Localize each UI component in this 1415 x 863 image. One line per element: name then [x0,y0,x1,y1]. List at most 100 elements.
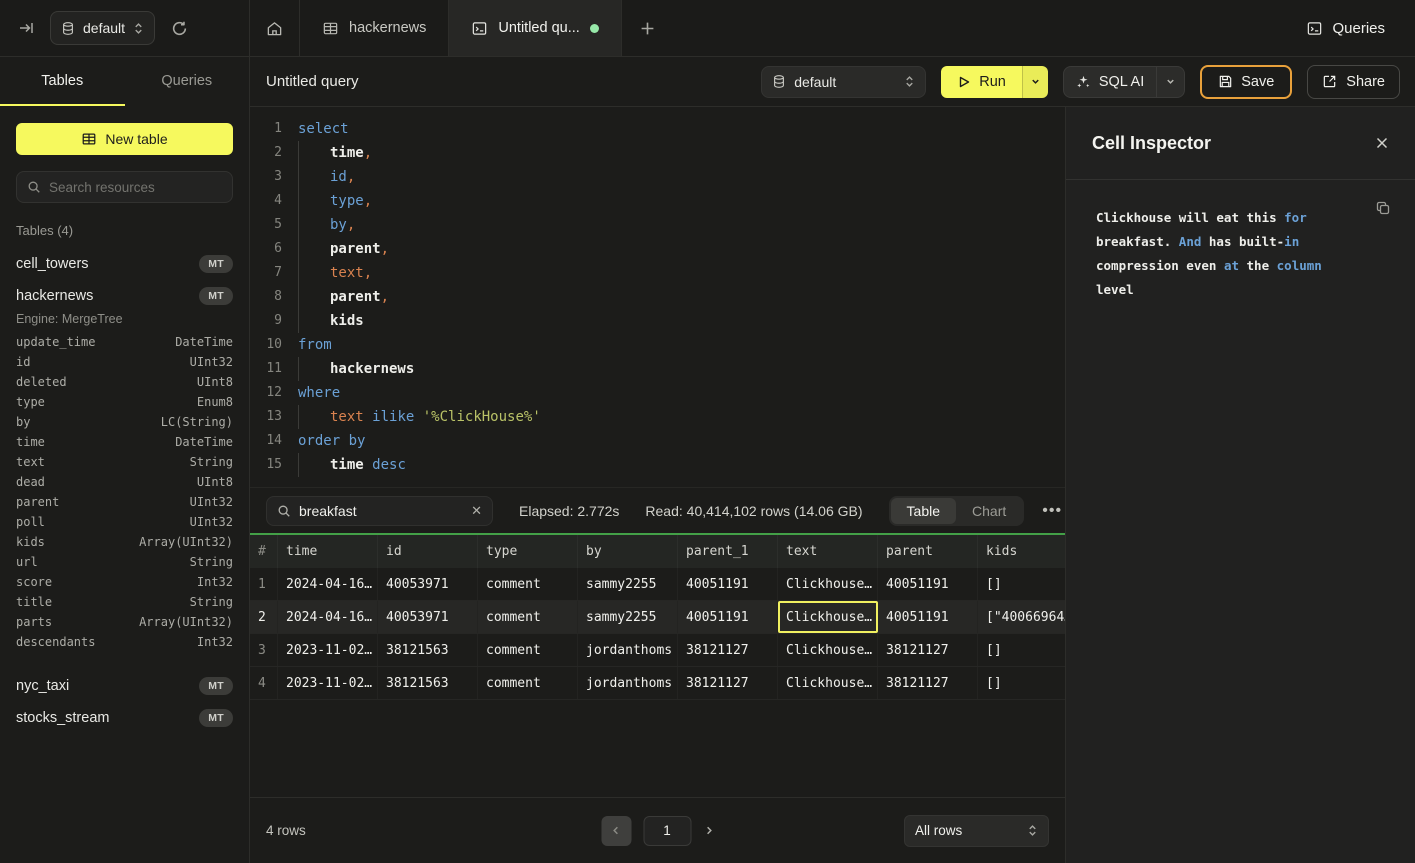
close-icon[interactable] [1375,136,1389,150]
table-cell[interactable]: ["40066964… [978,601,1065,633]
code-line[interactable]: 15time desc [250,453,1065,477]
schema-column-row[interactable]: timeDateTime [16,432,233,452]
code-line[interactable]: 6parent, [250,237,1065,261]
run-button-main[interactable]: Run [941,66,1022,98]
code-line[interactable]: 10from [250,333,1065,357]
code-line[interactable]: 11hackernews [250,357,1065,381]
sql-ai-main[interactable]: SQL AI [1064,67,1156,97]
schema-column-row[interactable]: partsArray(UInt32) [16,612,233,632]
table-cell[interactable]: jordanthoms [578,667,678,699]
table-cell[interactable]: 2023-11-02… [278,667,378,699]
column-header[interactable]: text [778,535,878,568]
column-header[interactable]: kids [978,535,1065,568]
table-cell[interactable]: 38121563 [378,634,478,666]
table-row[interactable]: 42023-11-02…38121563commentjordanthoms38… [250,667,1065,700]
table-cell[interactable]: [] [978,634,1065,666]
schema-column-row[interactable]: textString [16,452,233,472]
page-size-select[interactable]: All rows [904,815,1049,847]
column-header[interactable]: parent [878,535,978,568]
code-line[interactable]: 14order by [250,429,1065,453]
code-line[interactable]: 5by, [250,213,1065,237]
topbar-database-select[interactable]: default [50,11,155,45]
table-cell[interactable]: Clickhouse… [778,568,878,600]
code-line[interactable]: 12where [250,381,1065,405]
code-line[interactable]: 3id, [250,165,1065,189]
table-cell[interactable]: 38121127 [678,667,778,699]
tab-untitled-query[interactable]: Untitled qu... [449,0,621,56]
clear-search-icon[interactable]: ✕ [471,503,482,519]
table-row[interactable]: 12024-04-16…40053971commentsammy22554005… [250,568,1065,601]
table-cell[interactable]: 38121127 [878,667,978,699]
tab-hackernews[interactable]: hackernews [300,0,449,56]
table-cell[interactable]: sammy2255 [578,601,678,633]
sidebar-item-stocks-stream[interactable]: stocks_stream MT [16,702,233,734]
sidebar-item-cell-towers[interactable]: cell_towers MT [16,248,233,280]
sql-ai-button[interactable]: SQL AI [1063,66,1185,98]
share-button[interactable]: Share [1307,65,1400,99]
table-cell[interactable]: 38121127 [878,634,978,666]
table-cell[interactable]: Clickhouse… [778,667,878,699]
tab-home[interactable] [250,0,300,56]
table-row[interactable]: 22024-04-16…40053971commentsammy22554005… [250,601,1065,634]
table-cell[interactable]: 40053971 [378,601,478,633]
table-cell[interactable]: jordanthoms [578,634,678,666]
table-cell[interactable]: comment [478,634,578,666]
schema-column-row[interactable]: urlString [16,552,233,572]
column-header[interactable]: type [478,535,578,568]
sql-editor[interactable]: 1select2time,3id,4type,5by,6parent,7text… [250,107,1065,487]
table-cell[interactable]: 38121127 [678,634,778,666]
table-cell[interactable]: sammy2255 [578,568,678,600]
run-button[interactable]: Run [941,66,1048,98]
run-options-caret[interactable] [1022,66,1048,98]
column-header[interactable]: parent_1 [678,535,778,568]
code-line[interactable]: 13text ilike '%ClickHouse%' [250,405,1065,429]
sidebar-tab-queries[interactable]: Queries [125,57,250,106]
schema-column-row[interactable]: kidsArray(UInt32) [16,532,233,552]
collapse-sidebar-icon[interactable] [14,16,38,40]
table-cell[interactable]: comment [478,568,578,600]
toolbar-database-select[interactable]: default [761,66,926,98]
results-search-input[interactable] [299,503,463,519]
schema-column-row[interactable]: titleString [16,592,233,612]
refresh-icon[interactable] [167,16,192,41]
table-cell[interactable]: comment [478,667,578,699]
table-row[interactable]: 32023-11-02…38121563commentjordanthoms38… [250,634,1065,667]
column-header[interactable]: id [378,535,478,568]
table-cell[interactable]: 40051191 [878,568,978,600]
table-cell[interactable]: [] [978,568,1065,600]
schema-column-row[interactable]: pollUInt32 [16,512,233,532]
schema-column-row[interactable]: typeEnum8 [16,392,233,412]
schema-column-row[interactable]: descendantsInt32 [16,632,233,652]
table-cell[interactable]: 40051191 [678,601,778,633]
schema-column-row[interactable]: scoreInt32 [16,572,233,592]
code-line[interactable]: 7text, [250,261,1065,285]
code-line[interactable]: 4type, [250,189,1065,213]
save-button[interactable]: Save [1200,65,1292,99]
table-cell[interactable]: Clickhouse… [778,634,878,666]
schema-column-row[interactable]: update_timeDateTime [16,332,233,352]
schema-column-row[interactable]: deletedUInt8 [16,372,233,392]
table-cell[interactable]: [] [978,667,1065,699]
copy-icon[interactable] [1375,200,1391,216]
sidebar-search[interactable] [16,171,233,203]
code-line[interactable]: 2time, [250,141,1065,165]
column-header[interactable]: time [278,535,378,568]
schema-column-row[interactable]: deadUInt8 [16,472,233,492]
table-cell[interactable]: Clickhouse… [778,601,878,633]
new-table-button[interactable]: New table [16,123,233,155]
sidebar-item-nyc-taxi[interactable]: nyc_taxi MT [16,670,233,702]
schema-column-row[interactable]: byLC(String) [16,412,233,432]
sidebar-item-hackernews[interactable]: hackernews MT [16,280,233,312]
sidebar-search-input[interactable] [49,180,222,195]
view-option-chart[interactable]: Chart [956,498,1022,524]
table-cell[interactable]: 40051191 [678,568,778,600]
results-search[interactable]: ✕ [266,496,493,526]
new-tab-button[interactable] [622,0,674,56]
view-option-table[interactable]: Table [891,498,956,524]
table-cell[interactable]: comment [478,601,578,633]
next-page-button[interactable] [703,825,714,836]
table-cell[interactable]: 2024-04-16… [278,601,378,633]
code-line[interactable]: 1select [250,117,1065,141]
prev-page-button[interactable] [601,816,631,846]
sql-ai-caret[interactable] [1156,67,1184,97]
